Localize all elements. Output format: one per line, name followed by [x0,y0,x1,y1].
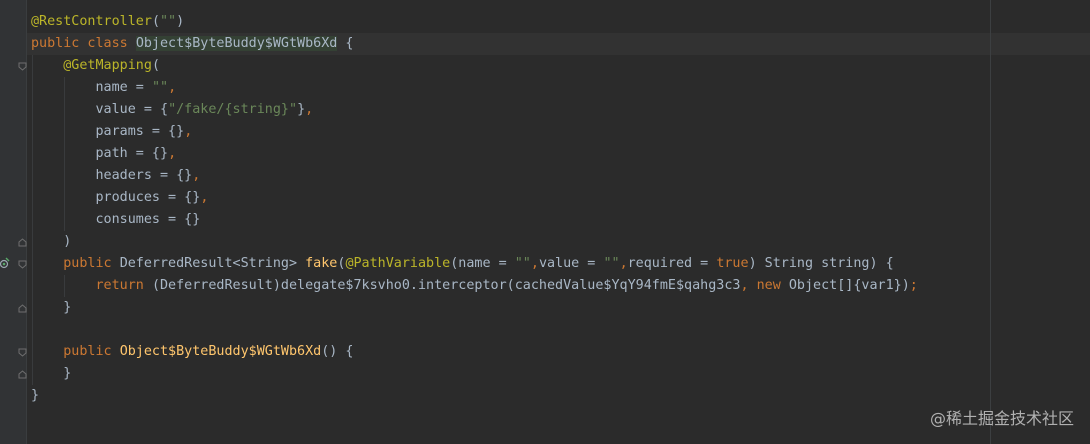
code-token: } [31,300,72,315]
code-token: } [31,366,72,381]
code-token: "/fake/{string}" [168,102,298,117]
code-token: params = {} [31,124,185,139]
code-token: path = {} [31,146,169,161]
fold-marker-icon[interactable] [18,304,27,313]
watermark: @稀土掘金技术社区 [929,409,1074,428]
code-token: , [200,190,209,205]
code-token: "" [151,80,169,95]
code-line[interactable]: consumes = {} [31,209,1090,231]
code-line[interactable]: path = {}, [31,143,1090,165]
code-token: @PathVariable [345,256,451,271]
code-line[interactable]: produces = {}, [31,187,1090,209]
code-token: { [337,36,354,51]
code-line[interactable]: headers = {}, [31,165,1090,187]
code-token: value = { [31,102,169,117]
fold-marker-icon[interactable] [18,62,27,71]
code-line[interactable]: params = {}, [31,121,1090,143]
code-token: public class [31,36,136,51]
code-token: true [716,256,749,271]
code-line[interactable]: public class Object$ByteBuddy$WGtWb6Xd { [0,33,1090,55]
code-token: Object[]{var1}) [788,278,910,293]
code-token: ) String string) { [748,256,894,271]
code-token: () { [321,344,354,359]
fold-marker-icon[interactable] [18,238,27,247]
code-token: Object$ByteBuddy$WGtWb6Xd [135,36,338,51]
code-line[interactable]: value = {"/fake/{string}"}, [31,99,1090,121]
code-line[interactable]: } [31,363,1090,385]
code-token: ) [31,234,72,249]
code-token: , [184,124,193,139]
code-line[interactable]: @RestController("") [31,11,1090,33]
code-token: Object$ByteBuddy$WGtWb6Xd [119,344,322,359]
code-token: , new [740,278,789,293]
code-token: value = [538,256,604,271]
code-token: } [297,102,306,117]
code-line[interactable]: @GetMapping( [31,55,1090,77]
code-editor[interactable]: @RestController("") public class Object$B… [0,11,1090,407]
fold-marker-icon[interactable] [18,348,27,357]
code-token: DeferredResult<String> [119,256,306,271]
code-token: consumes = {} [31,212,201,227]
code-token: return [95,278,152,293]
code-token: public [63,344,120,359]
code-token: @GetMapping [63,58,152,73]
code-line[interactable]: public DeferredResult<String> fake(@Path… [31,253,1090,275]
code-token: headers = {} [31,168,193,183]
code-token: (name = [450,256,515,271]
code-line[interactable]: ) [31,231,1090,253]
fold-marker-icon[interactable] [18,370,27,379]
code-token: "" [514,256,531,271]
code-line[interactable] [31,319,1090,341]
code-line[interactable]: name = "", [31,77,1090,99]
code-token: , [168,80,177,95]
code-token: ) [176,14,185,29]
code-token: , [619,256,628,271]
run-gutter-icon[interactable] [0,257,10,269]
code-token: "" [160,14,177,29]
fold-marker-icon[interactable] [18,260,27,269]
code-token: fake [305,256,338,271]
code-token: , [192,168,201,183]
code-token: name = [31,80,152,95]
code-token: , [168,146,177,161]
code-token: } [31,388,40,403]
code-line[interactable]: return (DeferredResult)delegate$7ksvho0.… [31,275,1090,297]
code-token: ( [151,14,160,29]
code-line[interactable]: } [31,297,1090,319]
code-token: @RestController [31,14,152,29]
code-token: required = [627,256,717,271]
code-token: "" [603,256,620,271]
code-token: , [530,256,539,271]
code-token: , [305,102,314,117]
code-token: (DeferredResult)delegate$7ksvho0.interce… [151,278,741,293]
code-line[interactable]: } [31,385,1090,407]
code-token: ( [151,58,160,73]
code-line[interactable]: public Object$ByteBuddy$WGtWb6Xd() { [31,341,1090,363]
code-token: ; [909,278,918,293]
code-token: public [63,256,120,271]
code-token: produces = {} [31,190,201,205]
